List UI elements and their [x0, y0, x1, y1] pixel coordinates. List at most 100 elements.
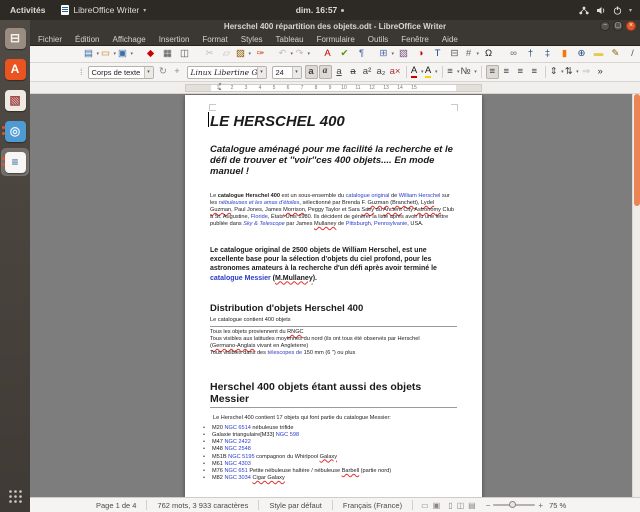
- menu-item[interactable]: Affichage: [112, 35, 145, 44]
- chevron-down-icon[interactable]: ▾: [291, 66, 301, 78]
- page-break-button[interactable]: ⊟: [447, 47, 462, 61]
- line-spacing-button[interactable]: ⇕: [550, 65, 564, 79]
- strikethrough-button[interactable]: a: [347, 65, 360, 79]
- underline-button[interactable]: a: [333, 65, 346, 79]
- insert-table-button[interactable]: ⊞: [379, 47, 394, 61]
- app-menu[interactable]: LibreOffice Writer ▾: [55, 5, 152, 15]
- redo-button[interactable]: ↷: [295, 47, 310, 61]
- activities-button[interactable]: Activités: [0, 5, 55, 15]
- maximize-button[interactable]: ▢: [613, 21, 623, 31]
- zoom-out-button[interactable]: −: [486, 501, 491, 510]
- update-style-button[interactable]: ↻: [157, 65, 170, 79]
- insert-image-button[interactable]: ▧: [396, 47, 411, 61]
- formatting-marks-button[interactable]: ¶: [354, 47, 369, 61]
- subscript-button[interactable]: a₂: [375, 65, 388, 79]
- book-view-icon[interactable]: ▤: [468, 501, 476, 510]
- paragraph-style-combo[interactable]: Corps de texte ▾: [87, 65, 154, 79]
- undo-button[interactable]: ↶: [278, 47, 293, 61]
- open-button[interactable]: ▭: [101, 47, 116, 61]
- menu-item[interactable]: Insertion: [159, 35, 190, 44]
- new-document-button[interactable]: ▤: [84, 47, 99, 61]
- selection-mode-icon[interactable]: ▭: [421, 501, 429, 510]
- page-style-status[interactable]: Style par défaut: [259, 501, 332, 510]
- clone-formatting-button[interactable]: ✑: [253, 47, 268, 61]
- font-name-combo[interactable]: Linux Libertine G ▾: [186, 65, 267, 79]
- new-style-button[interactable]: +: [171, 65, 184, 79]
- bold-button[interactable]: a: [304, 65, 318, 79]
- save-state-icon[interactable]: ▣: [433, 501, 441, 510]
- close-button[interactable]: ×: [626, 21, 636, 31]
- zoom-slider[interactable]: [493, 501, 536, 508]
- insert-textbox-button[interactable]: T: [430, 47, 445, 61]
- ubuntu-software-icon[interactable]: A: [2, 56, 28, 82]
- hyperlink-button[interactable]: ∞: [506, 47, 521, 61]
- menu-item[interactable]: Édition: [75, 35, 99, 44]
- chevron-down-icon[interactable]: ▾: [256, 66, 266, 78]
- menu-item[interactable]: Fichier: [38, 35, 62, 44]
- cross-reference-button[interactable]: ⊕: [574, 47, 589, 61]
- zoom-level[interactable]: 75 %: [549, 501, 566, 510]
- menu-item[interactable]: Aide: [442, 35, 458, 44]
- multi-page-view-icon[interactable]: ◫: [457, 501, 465, 510]
- font-size-combo[interactable]: 24 ▾: [271, 65, 302, 79]
- align-center-button[interactable]: ≡: [500, 65, 513, 79]
- clock-label[interactable]: dim. 16:57: [296, 5, 338, 15]
- special-character-button[interactable]: Ω: [481, 47, 496, 61]
- single-page-view-icon[interactable]: ▯: [448, 501, 452, 510]
- clear-formatting-button[interactable]: a×: [389, 65, 402, 79]
- track-changes-button[interactable]: ✎: [608, 47, 623, 61]
- spelling-button[interactable]: A: [320, 47, 335, 61]
- system-tray[interactable]: ▾: [579, 6, 640, 15]
- align-left-button[interactable]: ≡: [485, 65, 499, 79]
- title-bar[interactable]: Herschel 400 répartition des objets.odt …: [30, 20, 640, 33]
- toolbar-overflow-button[interactable]: »: [594, 65, 607, 79]
- bullet-list-button[interactable]: ≡: [447, 65, 459, 79]
- scrollbar-thumb[interactable]: [634, 94, 640, 206]
- chromium-icon[interactable]: ◎: [2, 118, 28, 144]
- document-page[interactable]: LE HERSCHEL 400 Catalogue aménagé pour m…: [185, 95, 482, 497]
- menu-item[interactable]: Fenêtre: [401, 35, 429, 44]
- page-count-status[interactable]: Page 1 de 4: [86, 501, 146, 510]
- insert-footnote-button[interactable]: †: [523, 47, 538, 61]
- copy-button[interactable]: ▱: [219, 47, 234, 61]
- auto-spellcheck-button[interactable]: ✔: [337, 47, 352, 61]
- print-preview-button[interactable]: ◫: [177, 47, 192, 61]
- menu-item[interactable]: Styles: [241, 35, 263, 44]
- show-applications-icon[interactable]: [8, 489, 23, 504]
- font-color-button[interactable]: A: [410, 65, 424, 79]
- language-status[interactable]: Français (France): [333, 501, 412, 510]
- insert-field-button[interactable]: #: [464, 47, 479, 61]
- export-pdf-button[interactable]: ◆: [143, 47, 158, 61]
- chevron-down-icon[interactable]: ▾: [143, 66, 153, 78]
- save-button[interactable]: ▣: [118, 47, 133, 61]
- italic-button[interactable]: a: [318, 65, 332, 79]
- menu-item[interactable]: Formulaire: [317, 35, 355, 44]
- bookmark-button[interactable]: ▮: [557, 47, 572, 61]
- justify-button[interactable]: ≡: [528, 65, 541, 79]
- print-button[interactable]: ▦: [160, 47, 175, 61]
- toolbar-handle[interactable]: ⁞: [80, 67, 82, 77]
- insert-chart-button[interactable]: ◑: [413, 47, 428, 61]
- paste-button[interactable]: ▨: [236, 47, 251, 61]
- minimize-button[interactable]: −: [600, 21, 610, 31]
- indent-marker-icon[interactable]: ▼ ▲: [216, 83, 224, 92]
- numbered-list-button[interactable]: №: [461, 65, 477, 79]
- insert-endnote-button[interactable]: ‡: [540, 47, 555, 61]
- paragraph-spacing-button[interactable]: ⇅: [565, 65, 579, 79]
- superscript-button[interactable]: a²: [361, 65, 374, 79]
- photos-icon[interactable]: ▧: [2, 87, 28, 113]
- menu-item[interactable]: Format: [202, 35, 227, 44]
- cut-button[interactable]: ✂: [202, 47, 217, 61]
- vertical-scrollbar[interactable]: [632, 94, 640, 497]
- libreoffice-writer-icon[interactable]: ≡: [1, 148, 29, 176]
- insert-line-button[interactable]: /: [625, 47, 640, 61]
- files-icon[interactable]: ⊟: [2, 25, 28, 51]
- insert-comment-button[interactable]: ▬: [591, 47, 606, 61]
- zoom-in-button[interactable]: +: [538, 501, 543, 510]
- zoom-slider-thumb[interactable]: [509, 501, 517, 508]
- horizontal-ruler[interactable]: 1 2 3 4 5 6 7 8 9 10 11 12 13 14 15 ▼ ▲: [30, 82, 640, 94]
- highlight-color-button[interactable]: A: [424, 65, 438, 79]
- word-count-status[interactable]: 762 mots, 3 933 caractères: [147, 501, 258, 510]
- indent-button[interactable]: ⇒: [580, 65, 593, 79]
- align-right-button[interactable]: ≡: [514, 65, 527, 79]
